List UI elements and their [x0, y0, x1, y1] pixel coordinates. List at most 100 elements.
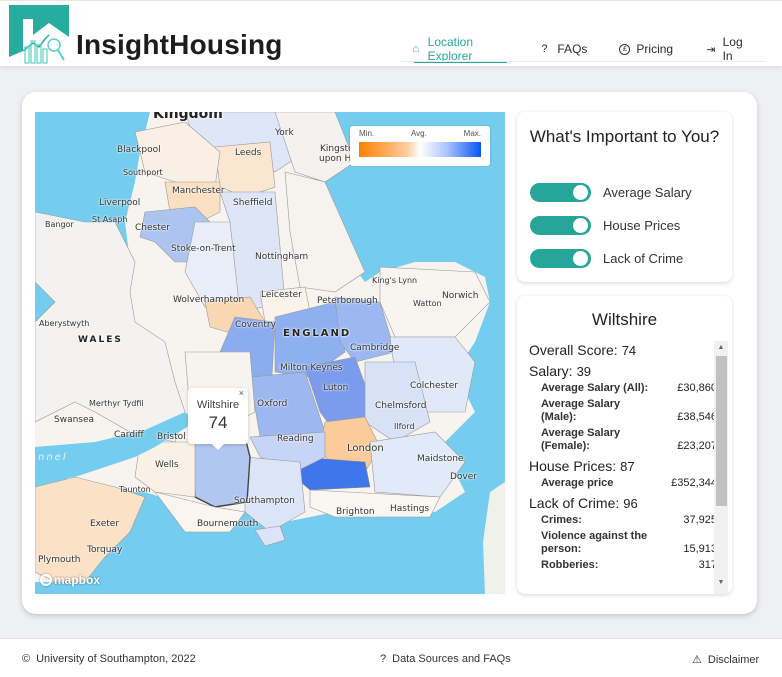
- section-label: Salary:: [529, 363, 573, 379]
- login-icon: ⇥: [706, 43, 716, 56]
- mapbox-attribution[interactable]: mapbox: [40, 573, 100, 587]
- section-value: 96: [623, 496, 638, 511]
- map-label: Bournemouth: [197, 519, 259, 529]
- section-label: House Prices:: [529, 458, 617, 474]
- map-label: Leicester: [261, 290, 302, 300]
- map-label: Kingdom: [153, 112, 223, 122]
- map-label: Aberystwyth: [39, 319, 90, 328]
- map-label: Taunton: [119, 485, 151, 494]
- nav-label: Pricing: [636, 42, 674, 56]
- toggle-label: Lack of Crime: [603, 251, 684, 266]
- mapbox-label: mapbox: [54, 573, 101, 587]
- toggle-switch[interactable]: [530, 216, 591, 235]
- map-label: Leeds: [235, 148, 262, 158]
- question-icon: ?: [541, 43, 548, 55]
- map-label: Sheffield: [233, 198, 273, 208]
- crime-section: Lack of Crime: 96: [529, 495, 717, 511]
- section-label: Lack of Crime:: [529, 495, 620, 511]
- map-label: Bristol: [157, 432, 186, 442]
- map-label: York: [275, 128, 294, 138]
- map-label: ENGLAND: [283, 328, 352, 339]
- map-label: Milton Keynes: [280, 363, 343, 373]
- nav-label: FAQs: [557, 42, 588, 56]
- footer-disclaimer-link[interactable]: ⚠ Disclaimer: [692, 653, 759, 667]
- legend-gradient: [359, 142, 481, 157]
- map-label: Torquay: [87, 545, 123, 555]
- section-value: 74: [621, 343, 637, 358]
- map-label: Southport: [123, 168, 163, 177]
- scroll-thumb[interactable]: [716, 356, 727, 506]
- detail-row: Crimes: 37,925: [541, 514, 717, 526]
- toggle-average-salary[interactable]: Average Salary: [530, 183, 692, 202]
- map-label: Cambridge: [350, 343, 400, 353]
- isle-of-wight: [254, 525, 286, 547]
- nav-location-explorer[interactable]: ⌂ Location Explorer: [410, 35, 508, 63]
- toggle-label: Average Salary: [603, 185, 692, 200]
- faq-link-text: Data Sources and FAQs: [392, 653, 511, 665]
- map-label: Dover: [450, 472, 477, 482]
- nav-faqs[interactable]: ? FAQs: [537, 38, 587, 60]
- detail-row: Average Salary (All): £30,860: [541, 382, 717, 394]
- footer-copyright: © University of Southampton, 2022: [22, 653, 196, 665]
- map-label: Liverpool: [99, 198, 141, 208]
- detail-scroll-area[interactable]: Overall Score: 74 Salary: 39 Average Salar…: [529, 342, 717, 592]
- detail-scrollbar[interactable]: ▲ ▼: [714, 341, 728, 594]
- section-label: Overall Score:: [529, 342, 618, 358]
- map-label: Colchester: [410, 381, 458, 391]
- brand-name[interactable]: InsightHousing: [76, 29, 283, 61]
- warning-icon: ⚠: [692, 654, 702, 666]
- map-label: Oxford: [257, 399, 288, 409]
- detail-row: Average Salary (Male): £38,546: [541, 398, 717, 423]
- map-label: Peterborough: [317, 296, 378, 306]
- toggle-switch[interactable]: [530, 183, 591, 202]
- map-label: Swansea: [54, 415, 95, 425]
- map-label: Nottingham: [255, 252, 309, 262]
- home-icon: ⌂: [412, 43, 420, 55]
- map-label: Luton: [323, 383, 349, 393]
- nav-label: Log In: [722, 35, 743, 63]
- pound-coin-icon: £: [619, 43, 631, 55]
- toggle-switch[interactable]: [530, 249, 591, 268]
- choropleth-map[interactable]: Kingdom York Blackpool Leeds Kingston up…: [35, 112, 505, 594]
- footer-faq-link[interactable]: ? Data Sources and FAQs: [380, 653, 511, 665]
- map-label: Southampton: [234, 496, 295, 506]
- map-label: Chelmsford: [375, 401, 427, 411]
- scroll-down-arrow-icon[interactable]: ▼: [714, 576, 728, 590]
- detail-region-title: Wiltshire: [591, 310, 658, 329]
- footer: © University of Southampton, 2022 ? Data…: [0, 638, 782, 677]
- map-label: Hastings: [390, 504, 430, 514]
- map-label: Coventry: [235, 320, 276, 330]
- preferences-title: What's Important to You?: [529, 127, 720, 146]
- toggle-lack-of-crime[interactable]: Lack of Crime: [530, 249, 683, 268]
- map-label: Merthyr Tydfil: [89, 399, 144, 408]
- nav-label: Location Explorer: [427, 35, 474, 63]
- toggle-knob: [573, 185, 588, 200]
- preferences-card: What's Important to You? Average Salary …: [517, 112, 732, 282]
- map-label: WALES: [78, 335, 123, 345]
- top-nav-bar: InsightHousing ⌂ Location Explorer ? FAQ…: [0, 0, 782, 66]
- scroll-up-arrow-icon[interactable]: ▲: [714, 341, 728, 355]
- logo-icon[interactable]: [9, 5, 70, 65]
- map-label: Ilford: [394, 422, 415, 431]
- map-label: Wells: [155, 460, 179, 470]
- map-label: Bangor: [45, 220, 74, 229]
- popup-score: 74: [208, 413, 228, 432]
- map-label: Reading: [277, 434, 314, 444]
- detail-row: Average Salary (Female): £23,207: [541, 427, 717, 452]
- detail-row: Average price £352,344: [541, 477, 717, 489]
- map-label: Exeter: [90, 519, 120, 529]
- map-label: Manchester: [172, 186, 225, 196]
- map-label: Cardiff: [114, 430, 144, 440]
- copyright-icon: ©: [22, 653, 31, 665]
- nav-login[interactable]: ⇥ Log In: [705, 35, 750, 63]
- map-legend: Min. Avg. Max.: [350, 126, 490, 166]
- nav-pricing[interactable]: £ Pricing: [619, 38, 673, 60]
- legend-min-label: Min.: [359, 129, 375, 138]
- nav-divider: [400, 61, 766, 62]
- legend-max-label: Max.: [463, 129, 481, 138]
- map-label: King's Lynn: [372, 276, 418, 285]
- map-label: Blackpool: [117, 145, 161, 155]
- toggle-house-prices[interactable]: House Prices: [530, 216, 680, 235]
- toggle-knob: [573, 218, 588, 233]
- close-icon[interactable]: ×: [239, 388, 244, 398]
